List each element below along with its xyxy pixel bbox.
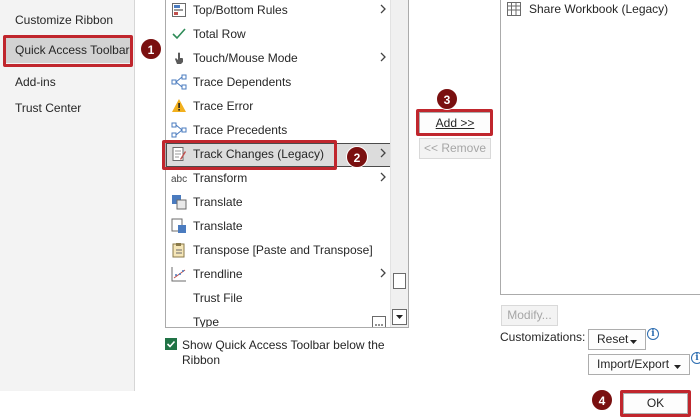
step-badge-1: 1 (140, 38, 162, 60)
triangle-down-icon (396, 315, 403, 319)
list-item[interactable]: Trace Error (166, 95, 392, 119)
list-item[interactable]: Share Workbook (Legacy) (505, 0, 695, 18)
share-workbook-icon (506, 1, 522, 20)
translate-icon (171, 218, 187, 234)
list-item-label: Translate (193, 195, 243, 209)
caret-down-icon (673, 359, 682, 378)
nav-item-add-ins[interactable]: Add-ins (6, 69, 133, 95)
list-item[interactable]: Top/Bottom Rules (166, 0, 392, 23)
translate-icon (171, 194, 187, 210)
chevron-right-icon (378, 2, 388, 16)
callout-quick-access-toolbar (3, 35, 133, 67)
chevron-right-icon (378, 170, 388, 184)
chevron-right-icon (378, 266, 388, 280)
step-badge-3: 3 (436, 88, 458, 110)
list-item-label: Share Workbook (Legacy) (529, 2, 669, 16)
quick-access-commands-list[interactable]: Share Workbook (Legacy) (500, 0, 700, 295)
list-item-label: Transform (193, 171, 248, 185)
list-item-label: Translate (193, 219, 243, 233)
show-below-ribbon-label: Show Quick Access Toolbar below the Ribb… (182, 338, 385, 367)
hand-icon (171, 50, 187, 66)
import-export-label: Import/Export (597, 357, 670, 371)
list-item[interactable]: Type (166, 311, 392, 328)
reset-dropdown[interactable]: Reset (588, 329, 646, 350)
checkmark-icon (171, 26, 187, 42)
list-item[interactable]: Translate (166, 215, 392, 239)
info-icon[interactable]: i (691, 352, 700, 364)
scrollbar-thumb[interactable] (393, 273, 406, 289)
customizations-label: Customizations: (500, 330, 586, 344)
list-item[interactable]: Trace Dependents (166, 71, 392, 95)
list-item-label: Top/Bottom Rules (193, 3, 288, 17)
list-item[interactable]: Trust File (166, 287, 392, 311)
trace-precedents-icon (171, 122, 187, 138)
step-badge-4: 4 (591, 389, 613, 411)
commands-scrollbar[interactable] (390, 0, 408, 327)
list-item-label: Total Row (193, 27, 246, 41)
checkmark-icon (166, 340, 176, 348)
trace-dependents-icon (171, 74, 187, 90)
reset-label: Reset (597, 332, 629, 346)
list-item[interactable]: Translate (166, 191, 392, 215)
list-item-label: Trust File (193, 291, 243, 305)
trendline-icon (171, 266, 187, 282)
svg-text:abc: abc (171, 174, 187, 185)
nav-item-customize-ribbon[interactable]: Customize Ribbon (6, 7, 133, 33)
transpose-icon (171, 242, 187, 258)
warning-icon (171, 98, 187, 114)
show-below-ribbon-checkbox[interactable] (165, 338, 177, 350)
transform-abc-icon: abc (171, 170, 187, 186)
list-item[interactable]: Trendline (166, 263, 392, 287)
ellipsis-icon (372, 316, 386, 327)
list-item-label: Trace Dependents (193, 75, 292, 89)
import-export-dropdown[interactable]: Import/Export (588, 354, 690, 375)
info-icon[interactable]: i (647, 328, 659, 340)
step-badge-2: 2 (346, 146, 368, 168)
callout-ok-button (620, 390, 691, 417)
list-item[interactable]: abc Transform (166, 167, 392, 191)
list-item[interactable]: Transpose [Paste and Transpose] (166, 239, 392, 263)
list-item-label: Touch/Mouse Mode (193, 51, 298, 65)
chevron-right-icon (378, 50, 388, 64)
list-item[interactable]: Touch/Mouse Mode (166, 47, 392, 71)
modify-button[interactable]: Modify... (501, 305, 558, 326)
list-item-label: Trace Error (193, 99, 254, 113)
list-item-label: Trace Precedents (193, 123, 288, 137)
list-item[interactable]: Total Row (166, 23, 392, 47)
scroll-down-button[interactable] (392, 309, 407, 325)
chevron-right-icon (378, 146, 388, 160)
list-item-label: Transpose [Paste and Transpose] (193, 243, 373, 257)
callout-track-changes (162, 140, 337, 170)
list-item-label: Type (193, 315, 220, 328)
callout-add-button (416, 109, 493, 136)
top-bottom-rules-icon (171, 2, 187, 18)
nav-item-trust-center[interactable]: Trust Center (6, 95, 133, 121)
caret-down-icon (629, 334, 638, 353)
remove-button[interactable]: << Remove (419, 138, 491, 159)
list-item-label: Trendline (193, 267, 243, 281)
